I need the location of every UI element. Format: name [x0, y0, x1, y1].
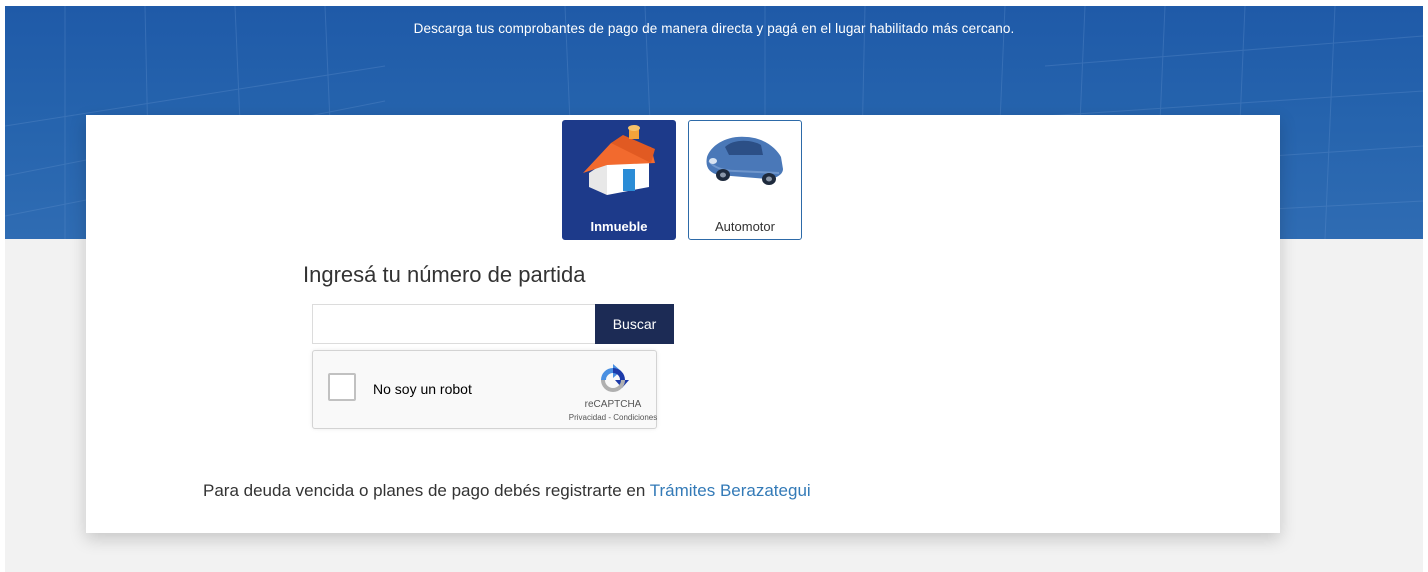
recaptcha-widget: No soy un robot reCAPTCHA Privacidad - C…: [312, 350, 657, 429]
recaptcha-checkbox[interactable]: [328, 373, 356, 401]
search-button[interactable]: Buscar: [595, 304, 674, 344]
form-heading: Ingresá tu número de partida: [303, 262, 586, 287]
recaptcha-logo-icon: [601, 364, 629, 392]
tab-inmueble-label: Inmueble: [590, 219, 648, 234]
car-icon: [706, 136, 783, 185]
search-card: Inmueble Automotor Ingresá tu número de …: [86, 115, 1280, 533]
tab-automotor-label: Automotor: [715, 219, 775, 234]
tab-automotor[interactable]: Automotor: [688, 120, 802, 240]
recaptcha-label: No soy un robot: [373, 381, 472, 397]
page-background: Descarga tus comprobantes de pago de man…: [5, 6, 1423, 572]
banner-text: Descarga tus comprobantes de pago de man…: [413, 21, 1015, 36]
recaptcha-brand: reCAPTCHA: [584, 399, 642, 410]
house-icon: [583, 125, 655, 195]
footer-notice-text: Para deuda vencida o planes de pago debé…: [203, 481, 650, 500]
tramites-berazategui-link[interactable]: Trámites Berazategui: [650, 481, 811, 500]
terms-link[interactable]: Condiciones: [613, 413, 657, 422]
partida-number-input[interactable]: [312, 304, 596, 344]
recaptcha-links: Privacidad - Condiciones: [563, 413, 663, 422]
tab-inmueble[interactable]: Inmueble: [562, 120, 676, 240]
privacy-link[interactable]: Privacidad: [569, 413, 606, 422]
footer-notice: Para deuda vencida o planes de pago debé…: [203, 481, 811, 501]
